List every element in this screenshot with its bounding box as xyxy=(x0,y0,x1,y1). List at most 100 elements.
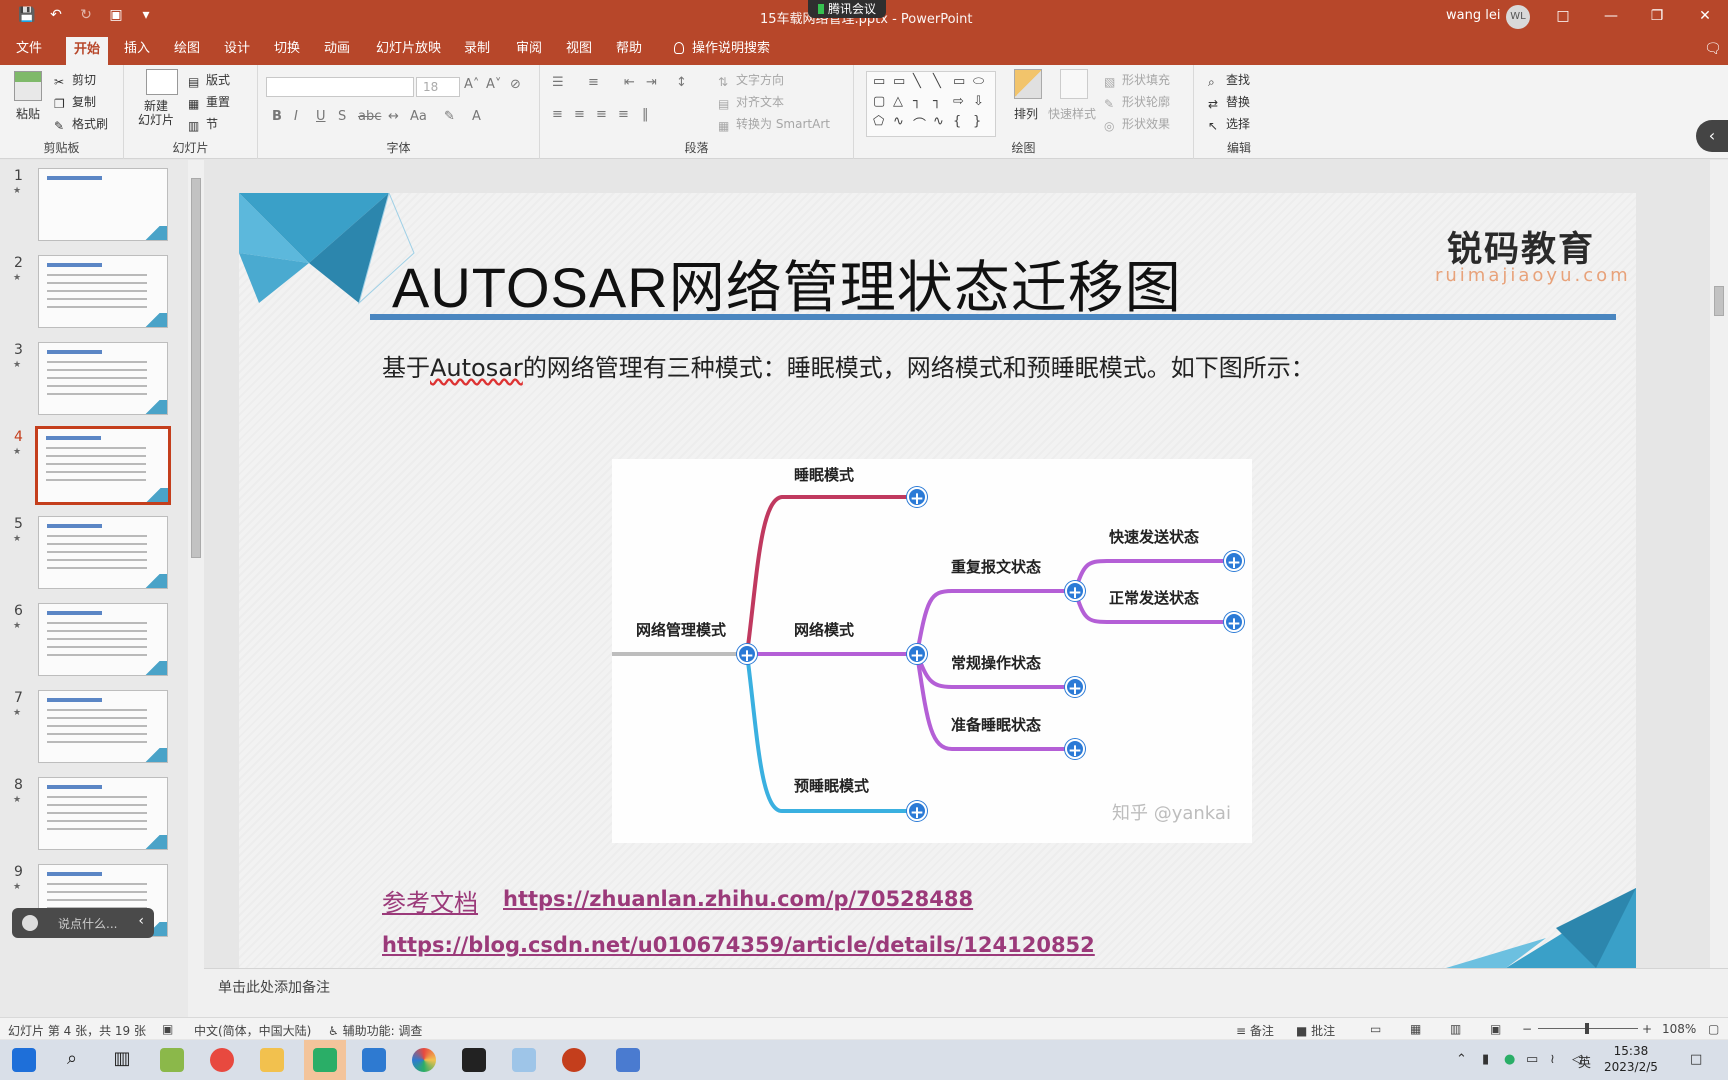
format-painter-button[interactable]: ✎ 格式刷 xyxy=(54,115,108,133)
brace-left-shape-icon[interactable]: { xyxy=(953,114,961,129)
wechat-tray-icon[interactable]: ● xyxy=(1504,1052,1515,1067)
minimize-icon[interactable]: — xyxy=(1596,4,1626,28)
brace-right-shape-icon[interactable]: } xyxy=(973,114,981,129)
comments-toggle[interactable]: ■ 批注 xyxy=(1296,1022,1335,1039)
line-spacing-icon[interactable]: ↕ xyxy=(676,75,687,90)
wechat-icon[interactable] xyxy=(313,1048,337,1072)
new-slide-icon[interactable] xyxy=(146,69,178,95)
slide-thumbnail[interactable] xyxy=(38,255,168,328)
pentagon-shape-icon[interactable]: ⬠ xyxy=(873,114,884,129)
fit-slide-icon[interactable]: ▢ xyxy=(1708,1022,1719,1036)
accessibility-status[interactable]: ♿ 辅助功能: 调查 xyxy=(328,1022,422,1039)
notes-toggle[interactable]: ≡ 备注 xyxy=(1236,1022,1274,1039)
shape-outline-button[interactable]: ✎ 形状轮廓 xyxy=(1104,93,1170,111)
slide-thumbnail[interactable] xyxy=(38,516,168,589)
tab-slideshow[interactable]: 幻灯片放映 xyxy=(368,33,449,65)
rect-shape-icon[interactable]: ▭ xyxy=(953,74,965,89)
battery-icon[interactable]: ▭ xyxy=(1526,1052,1538,1067)
slide-scroll-thumb[interactable] xyxy=(1714,286,1724,316)
italic-icon[interactable]: I xyxy=(294,109,298,124)
shape-fill-button[interactable]: ▧ 形状填充 xyxy=(1104,71,1170,89)
align-left-icon[interactable]: ≡ xyxy=(552,107,563,122)
file-explorer-icon[interactable] xyxy=(260,1048,284,1072)
arrow-down-shape-icon[interactable]: ⇩ xyxy=(973,94,984,109)
slide-title[interactable]: AUTOSAR网络管理状态迁移图 xyxy=(392,243,1182,324)
calculator-icon[interactable] xyxy=(616,1048,640,1072)
justify-icon[interactable]: ≡ xyxy=(618,107,629,122)
strikethrough-icon[interactable]: abc xyxy=(358,109,381,124)
zoom-level[interactable]: 108% xyxy=(1662,1022,1696,1036)
align-center-icon[interactable]: ≡ xyxy=(574,107,585,122)
reference-link-csdn[interactable]: https://blog.csdn.net/u010674359/article… xyxy=(382,933,1095,957)
increase-indent-icon[interactable]: ⇥ xyxy=(646,75,657,90)
tab-review[interactable]: 审阅 xyxy=(508,33,550,65)
underline-icon[interactable]: U xyxy=(316,109,326,124)
tab-view[interactable]: 视图 xyxy=(558,33,600,65)
notes-app-icon[interactable] xyxy=(512,1048,536,1072)
line2-shape-icon[interactable]: ╲ xyxy=(933,74,941,89)
video-app-icon[interactable] xyxy=(462,1048,486,1072)
decrease-indent-icon[interactable]: ⇤ xyxy=(624,75,635,90)
powerpoint-icon[interactable] xyxy=(562,1048,586,1072)
tab-animations[interactable]: 动画 xyxy=(316,33,358,65)
slide-counter[interactable]: 幻灯片 第 4 张，共 19 张 xyxy=(8,1022,146,1039)
highlight-icon[interactable]: ✎ xyxy=(444,109,455,124)
align-text-button[interactable]: ▤ 对齐文本 xyxy=(718,93,784,111)
char-spacing-icon[interactable]: ↔ xyxy=(388,109,399,124)
photos-icon[interactable] xyxy=(362,1048,386,1072)
clear-format-icon[interactable]: ⊘ xyxy=(510,77,521,92)
paste-button[interactable]: 粘贴 xyxy=(16,105,40,122)
shrink-font-icon[interactable]: A˅ xyxy=(486,77,501,92)
slideshow-view-icon[interactable]: ▣ xyxy=(1490,1022,1501,1036)
user-name[interactable]: wang lei xyxy=(1446,8,1500,23)
slide-sorter-icon[interactable]: ▦ xyxy=(1410,1022,1421,1036)
elbow2-shape-icon[interactable]: ┐ xyxy=(933,94,941,109)
redo-icon[interactable]: ↻ xyxy=(78,7,94,23)
smartart-button[interactable]: ▦ 转换为 SmartArt xyxy=(718,115,830,133)
task-view-icon[interactable]: ▥ xyxy=(110,1048,134,1072)
mindmap-image[interactable]: 网络管理模式 睡眠模式 网络模式 预睡眠模式 重复报文状态 常规操作状态 准备睡… xyxy=(612,459,1252,843)
intro-paragraph[interactable]: 基于Autosar的网络管理有三种模式：睡眠模式，网络模式和预睡眠模式。如下图所… xyxy=(382,348,1315,383)
zoom-out-icon[interactable]: − xyxy=(1522,1022,1532,1036)
bullets-icon[interactable]: ☰ xyxy=(552,75,564,90)
bold-icon[interactable]: B xyxy=(272,109,282,124)
tab-draw[interactable]: 绘图 xyxy=(166,33,208,65)
quick-styles-icon[interactable] xyxy=(1060,69,1088,99)
font-color-icon[interactable]: A xyxy=(472,109,481,124)
side-panel-toggle-icon[interactable]: ‹ xyxy=(1696,120,1728,152)
microphone-icon[interactable]: ▮ xyxy=(1482,1052,1489,1067)
chrome-icon[interactable] xyxy=(210,1048,234,1072)
tray-expand-icon[interactable]: ⌃ xyxy=(1456,1052,1467,1067)
ime-indicator[interactable]: 英 xyxy=(1578,1052,1591,1071)
rounded-rect-shape-icon[interactable]: ▢ xyxy=(873,94,885,109)
slide-thumbnail[interactable] xyxy=(38,603,168,676)
restore-icon[interactable]: ❐ xyxy=(1642,4,1672,28)
align-right-icon[interactable]: ≡ xyxy=(596,107,607,122)
comments-icon[interactable]: 🗨 xyxy=(1696,33,1728,65)
triangle-shape-icon[interactable]: △ xyxy=(893,94,903,109)
tab-home[interactable]: 开始 xyxy=(66,37,109,65)
reading-view-icon[interactable]: ▥ xyxy=(1450,1022,1461,1036)
meeting-chat-input[interactable]: 说点什么... ‹ xyxy=(12,908,154,938)
font-family-combo[interactable] xyxy=(266,77,414,97)
colorful-app-icon[interactable] xyxy=(412,1048,436,1072)
layout-button[interactable]: ▤ 版式 xyxy=(188,71,230,89)
windows-start-icon[interactable] xyxy=(12,1048,36,1072)
arrange-button[interactable]: 排列 xyxy=(1014,105,1038,122)
new-slide-button[interactable]: 新建 幻灯片 xyxy=(138,99,174,127)
find-button[interactable]: ⌕ 查找 xyxy=(1208,71,1250,89)
emoji-icon[interactable] xyxy=(22,915,38,931)
taskbar-clock[interactable]: 15:38 2023/2/5 xyxy=(1604,1043,1658,1075)
search-taskbar-icon[interactable]: ⌕ xyxy=(60,1048,84,1072)
customize-qat-icon[interactable]: ▾ xyxy=(138,7,154,23)
copy-button[interactable]: ❐ 复制 xyxy=(54,93,96,111)
shapes-gallery[interactable]: ▭ ▭ ╲ ╲ ▭ ⬭ ▢ △ ┐ ┐ ⇨ ⇩ ⬠ ∿ ⌒ ∿ { } xyxy=(866,71,996,137)
tab-design[interactable]: 设计 xyxy=(216,33,258,65)
textbox-shape-icon[interactable]: ▭ xyxy=(873,74,885,89)
reference-link-zhihu[interactable]: https://zhuanlan.zhihu.com/p/70528488 xyxy=(503,887,973,911)
elbow-shape-icon[interactable]: ┐ xyxy=(913,94,921,109)
shadow-icon[interactable]: S xyxy=(338,109,346,124)
collapse-chat-icon[interactable]: ‹ xyxy=(138,913,144,929)
tab-help[interactable]: 帮助 xyxy=(608,33,650,65)
meeting-badge[interactable]: 腾讯会议 xyxy=(808,0,887,18)
